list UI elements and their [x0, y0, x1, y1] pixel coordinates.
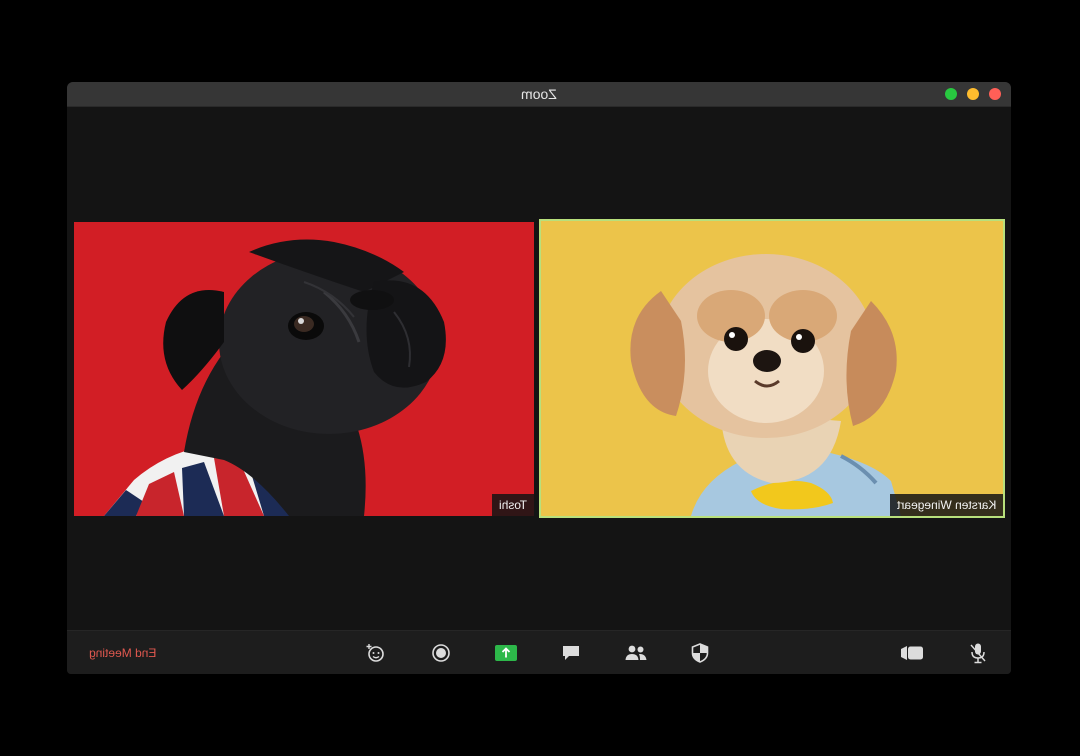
video-button[interactable]: [899, 640, 925, 666]
reactions-button[interactable]: [363, 640, 389, 666]
window-title: Zoom: [67, 82, 1011, 106]
security-icon: [691, 643, 709, 663]
maximize-button[interactable]: [945, 88, 957, 100]
participant-name: Karsten Winegeart: [896, 498, 996, 512]
dog-video-image: [541, 221, 1003, 516]
participant-name: Toshi: [498, 498, 527, 512]
participant-name-tag: Karsten Winegeart: [889, 494, 1003, 516]
window-title-text: Zoom: [521, 86, 557, 102]
close-button[interactable]: [989, 88, 1001, 100]
minimize-button[interactable]: [967, 88, 979, 100]
mute-button[interactable]: [965, 640, 991, 666]
participants-button[interactable]: [623, 640, 649, 666]
chat-icon: [563, 646, 579, 660]
chat-button[interactable]: [558, 640, 584, 666]
participant-video-toshi[interactable]: Toshi: [74, 222, 534, 516]
title-bar: Zoom: [67, 82, 1011, 107]
video-camera-icon: [901, 646, 923, 660]
participant-video-karsten-winegeart[interactable]: Karsten Winegeart: [539, 219, 1005, 518]
reactions-icon: [366, 644, 384, 662]
zoom-window: Zoom Toshi Karsten Winegeart End Meeting: [67, 82, 1011, 674]
pug-video-image: [74, 222, 534, 516]
record-icon: [432, 644, 450, 662]
security-button[interactable]: [687, 640, 713, 666]
video-stage: Toshi Karsten Winegeart: [67, 107, 1011, 630]
participants-icon: [625, 645, 647, 660]
share-screen-button[interactable]: [493, 640, 519, 666]
end-meeting-button[interactable]: End Meeting: [89, 631, 156, 674]
meeting-toolbar: End Meeting: [67, 630, 1011, 674]
share-screen-icon: [495, 645, 517, 661]
microphone-icon: [970, 643, 986, 664]
end-meeting-label: End Meeting: [89, 646, 157, 660]
participant-name-tag: Toshi: [491, 494, 534, 516]
record-button[interactable]: [428, 640, 454, 666]
